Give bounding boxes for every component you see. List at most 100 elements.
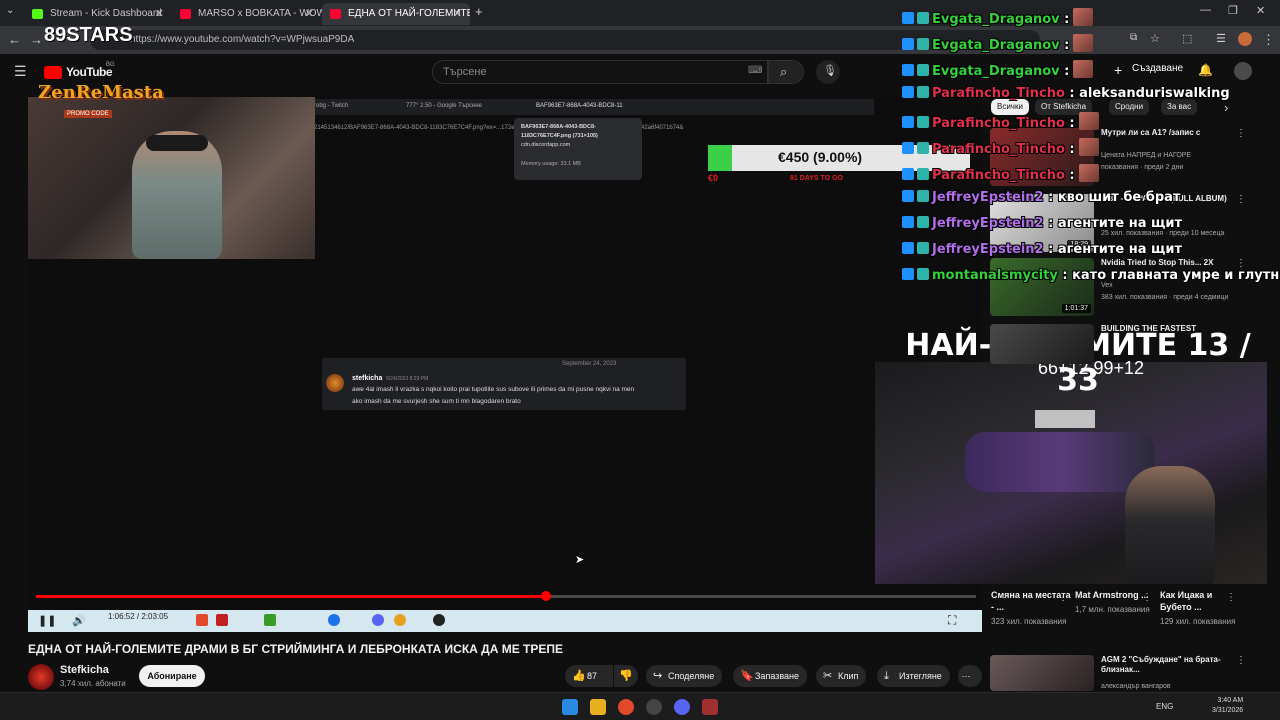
fullscreen-icon[interactable]: ⛶ xyxy=(948,613,956,628)
tab-marso-bobkata[interactable]: MARSO x BOBKATA - WOW [OF ✕ xyxy=(172,3,322,25)
more-vert-icon[interactable]: ⋮ xyxy=(1236,655,1246,666)
profile-avatar[interactable] xyxy=(1238,32,1252,46)
window-close-icon[interactable]: ✕ xyxy=(1256,4,1265,17)
plus-icon[interactable]: + xyxy=(1114,62,1122,78)
chat-username: Parafincho_Tincho xyxy=(932,142,1065,157)
chat-username: montanalsmycity xyxy=(932,268,1058,283)
hamburger-icon[interactable]: ☰ xyxy=(14,63,27,80)
subscriber-badge-icon xyxy=(917,86,929,98)
obs-icon[interactable] xyxy=(646,699,662,715)
search-button[interactable]: ⌕ xyxy=(768,60,804,84)
search-input[interactable]: Търсене xyxy=(432,60,768,84)
tab-kick-dashboard[interactable]: Stream - Kick Dashboard ✕ xyxy=(24,3,172,25)
tooltip-title: BAF963E7-868A-4043-BDC8-1183C76E7C4F.png… xyxy=(521,124,598,139)
tab-search-icon[interactable]: ⌄ xyxy=(6,5,14,16)
chat-username: Evgata_Draganov xyxy=(932,38,1060,53)
clip-button[interactable]: ✂ Клип xyxy=(816,665,867,687)
maximize-icon[interactable]: ❐ xyxy=(1228,4,1238,17)
moderator-badge-icon xyxy=(902,142,914,154)
chat-username: Evgata_Draganov xyxy=(932,64,1060,79)
bell-icon[interactable]: 🔔 xyxy=(1198,63,1213,77)
message-line-2: ako imash da me svurjesh she sum ti mn b… xyxy=(352,398,521,405)
close-icon[interactable]: ✕ xyxy=(453,3,462,25)
video-thumbnail[interactable] xyxy=(990,324,1094,364)
language-indicator[interactable]: ENG xyxy=(1156,702,1173,711)
more-icon: ⋯ xyxy=(961,671,971,681)
tab-current-video[interactable]: ЕДНА ОТ НАЙ-ГОЛЕМИТЕ ✕ xyxy=(322,3,470,25)
more-vert-icon[interactable]: ⋮ xyxy=(1142,592,1152,603)
discord-icon[interactable] xyxy=(674,699,690,715)
youtube-logo-icon[interactable] xyxy=(44,66,62,79)
system-clock[interactable]: 3:40 AM 3/31/2026 xyxy=(1212,696,1243,716)
tab-hover-tooltip: BAF963E7-868A-4043-BDC8-1183C76E7C4F.png… xyxy=(514,118,642,180)
open-in-app-icon[interactable]: ⧉ xyxy=(1130,32,1137,43)
share-label: Споделяне xyxy=(668,671,715,681)
bookmark-star-icon[interactable]: ☆ xyxy=(1150,32,1160,45)
youtube-icon xyxy=(180,9,191,19)
more-vert-icon[interactable]: ⋮ xyxy=(1236,194,1246,205)
chat-username: JeffreyEpstein2 xyxy=(932,242,1044,257)
close-icon[interactable]: ✕ xyxy=(155,3,164,25)
more-vert-icon[interactable]: ⋮ xyxy=(1236,128,1246,139)
rec-title[interactable]: Мутри ли са A1? /запис с xyxy=(1101,128,1231,138)
url-field[interactable]: https://www.youtube.com/watch?v=WPjwsuaP… xyxy=(90,30,1040,50)
extensions-icon[interactable]: ⬚ xyxy=(1182,32,1192,45)
rec-title[interactable]: BUILDING THE FASTEST xyxy=(1101,324,1231,334)
chat-message: Parafincho_Tincho : xyxy=(902,138,1099,160)
more-vert-icon[interactable]: ⋮ xyxy=(1058,592,1068,603)
rec-views: показвания · преди 2 дни xyxy=(1101,164,1184,171)
like-button[interactable]: 👍 87 xyxy=(565,665,613,687)
chrome-icon xyxy=(394,614,406,626)
discord-message-card: September 24, 2023 stefkicha 9/24/2023 8… xyxy=(322,358,686,410)
rec-views: 383 хил. показвания · преди 4 седмици xyxy=(1101,294,1229,301)
rec-channel[interactable]: александър вангаров xyxy=(1101,683,1171,690)
chat-username: Evgata_Draganov xyxy=(932,12,1060,27)
subscriber-badge-icon xyxy=(917,242,929,254)
account-avatar[interactable] xyxy=(1234,62,1252,80)
windows-start-icon[interactable] xyxy=(562,699,578,715)
chrome-icon[interactable] xyxy=(618,699,634,715)
car xyxy=(965,432,1155,492)
recommendation-item[interactable]: BUILDING THE FASTEST xyxy=(990,324,1245,364)
create-button[interactable]: Създаване xyxy=(1132,63,1183,74)
chat-emote-icon xyxy=(1078,112,1099,130)
file-explorer-icon[interactable] xyxy=(590,699,606,715)
voice-search-button[interactable]: 🎙 xyxy=(816,60,840,84)
dislike-button[interactable]: 👎 xyxy=(614,665,638,687)
chat-text: : xyxy=(1064,116,1075,131)
more-vert-icon[interactable]: ⋮ xyxy=(1226,592,1236,603)
edge-icon xyxy=(328,614,340,626)
video-control-strip: ❚❚ 🔊 ⛶ xyxy=(28,610,982,632)
channel-avatar[interactable] xyxy=(28,664,54,690)
region-code: BG xyxy=(106,62,115,68)
rec-channel[interactable]: Цената НАПРЕД и НАГОРЕ xyxy=(1101,152,1191,159)
volume-icon[interactable]: 🔊 xyxy=(72,614,86,627)
back-icon[interactable]: ← xyxy=(8,32,21,47)
minimize-icon[interactable]: — xyxy=(1200,4,1211,16)
app-icon[interactable] xyxy=(702,699,718,715)
new-tab-icon[interactable]: + xyxy=(475,4,483,19)
keyboard-icon[interactable]: ⌨ xyxy=(748,65,762,76)
chat-username: JeffreyEpstein2 xyxy=(932,216,1044,231)
progress-bar[interactable] xyxy=(36,591,976,601)
subscribe-button[interactable]: Абониране xyxy=(139,665,205,687)
recommendation-item[interactable]: AGM 2 "Събуждане" на брата-близнак... ал… xyxy=(990,655,1246,691)
goal-start: €0 xyxy=(708,173,719,183)
tab-label: ЕДНА ОТ НАЙ-ГОЛЕМИТЕ xyxy=(348,8,470,19)
forward-icon[interactable]: → xyxy=(30,32,43,47)
video-thumbnail[interactable] xyxy=(990,655,1094,691)
message-username: stefkicha xyxy=(352,375,383,382)
tab-search-icon[interactable]: ☰ xyxy=(1216,32,1226,45)
save-button[interactable]: 🔖 Запазване xyxy=(733,665,808,687)
short-views: 323 хил. показвания xyxy=(991,617,1067,626)
channel-name[interactable]: Stefkicha xyxy=(60,664,109,676)
share-button[interactable]: ↪ Споделяне xyxy=(646,665,723,687)
mouse-cursor-icon: ➤ xyxy=(575,554,585,566)
download-button[interactable]: ⤓ Изтегляне xyxy=(877,665,950,687)
pause-icon[interactable]: ❚❚ xyxy=(38,614,56,627)
menu-icon[interactable]: ⋮ xyxy=(1262,32,1275,48)
more-actions-button[interactable]: ⋯ xyxy=(958,665,982,687)
close-icon[interactable]: ✕ xyxy=(305,3,314,25)
moderator-badge-icon xyxy=(902,64,914,76)
rec-title[interactable]: AGM 2 "Събуждане" на брата-близнак... xyxy=(1101,655,1231,675)
